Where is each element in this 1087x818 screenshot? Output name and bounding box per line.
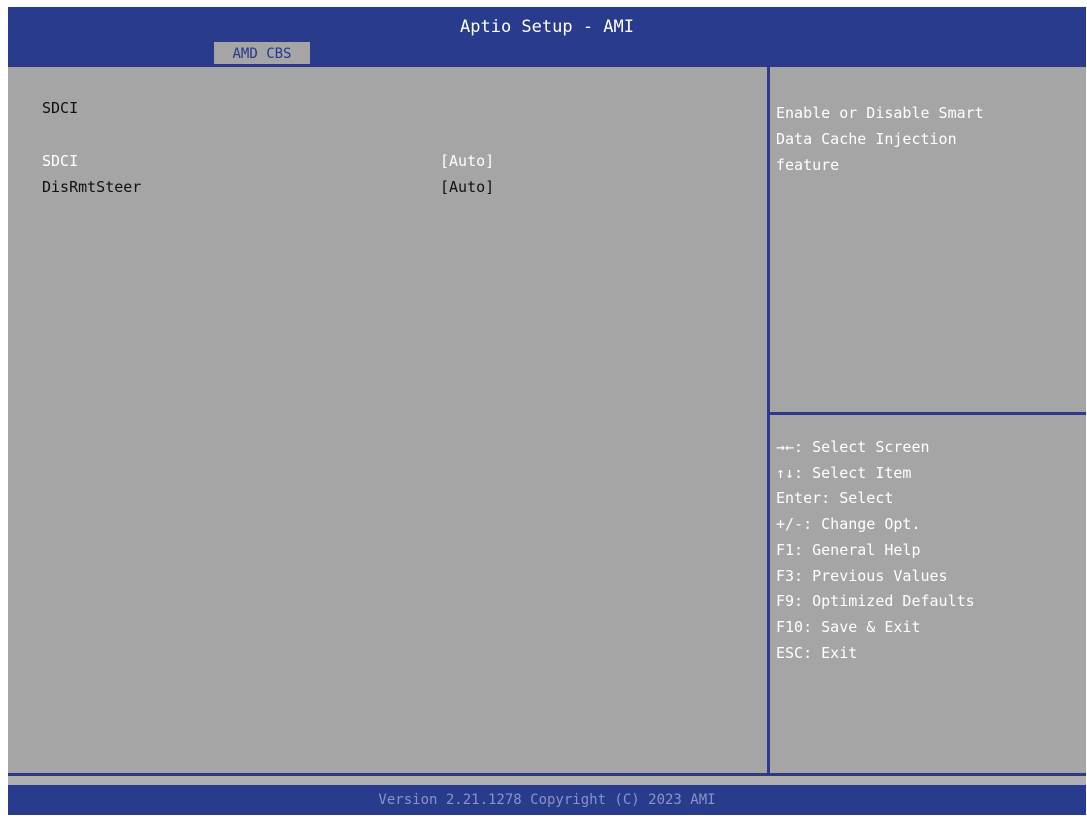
bios-screen: Aptio Setup - AMI AMD CBS SDCI SDCI [Aut… (8, 7, 1086, 815)
tab-amd-cbs[interactable]: AMD CBS (214, 42, 310, 66)
key-enter-select: Enter: Select (776, 489, 894, 508)
help-text: Enable or Disable Smart Data Cache Injec… (776, 100, 1076, 178)
version-bar: Version 2.21.1278 Copyright (C) 2023 AMI (8, 785, 1086, 815)
title-bar: Aptio Setup - AMI AMD CBS (8, 7, 1086, 66)
help-line: Enable or Disable Smart (776, 104, 984, 122)
setting-label-sdci: SDCI (42, 152, 79, 170)
key-change-opt: +/-: Change Opt. (776, 515, 921, 534)
key-esc-exit: ESC: Exit (776, 643, 858, 662)
key-save-exit: F10: Save & Exit (776, 617, 921, 636)
app-title: Aptio Setup - AMI (460, 17, 634, 37)
key-legend: →←: Select Screen ↑↓: Select Item Enter:… (776, 435, 1076, 666)
footer: Version 2.21.1278 Copyright (C) 2023 AMI (8, 776, 1086, 815)
key-previous-values: F3: Previous Values (776, 566, 948, 585)
setting-row-sdci[interactable]: SDCI [Auto] (42, 152, 562, 176)
main-panel: SDCI SDCI [Auto] DisRmtSteer [Auto] Enab… (8, 64, 1086, 776)
key-select-screen: →←: Select Screen (776, 438, 930, 456)
help-line: feature (776, 156, 840, 174)
setting-label-disrmtsteer: DisRmtSteer (42, 178, 142, 196)
panel-divider (767, 67, 770, 773)
setting-value-disrmtsteer[interactable]: [Auto] (440, 178, 494, 196)
help-line: Data Cache Injection (776, 130, 957, 148)
section-title: SDCI (42, 99, 79, 117)
key-general-help: F1: General Help (776, 540, 921, 559)
setting-value-sdci[interactable]: [Auto] (440, 152, 494, 170)
help-divider (770, 412, 1086, 415)
setting-row-disrmtsteer[interactable]: DisRmtSteer [Auto] (42, 178, 562, 202)
key-optimized-defaults: F9: Optimized Defaults (776, 592, 975, 611)
key-select-item: ↑↓: Select Item (776, 463, 912, 482)
